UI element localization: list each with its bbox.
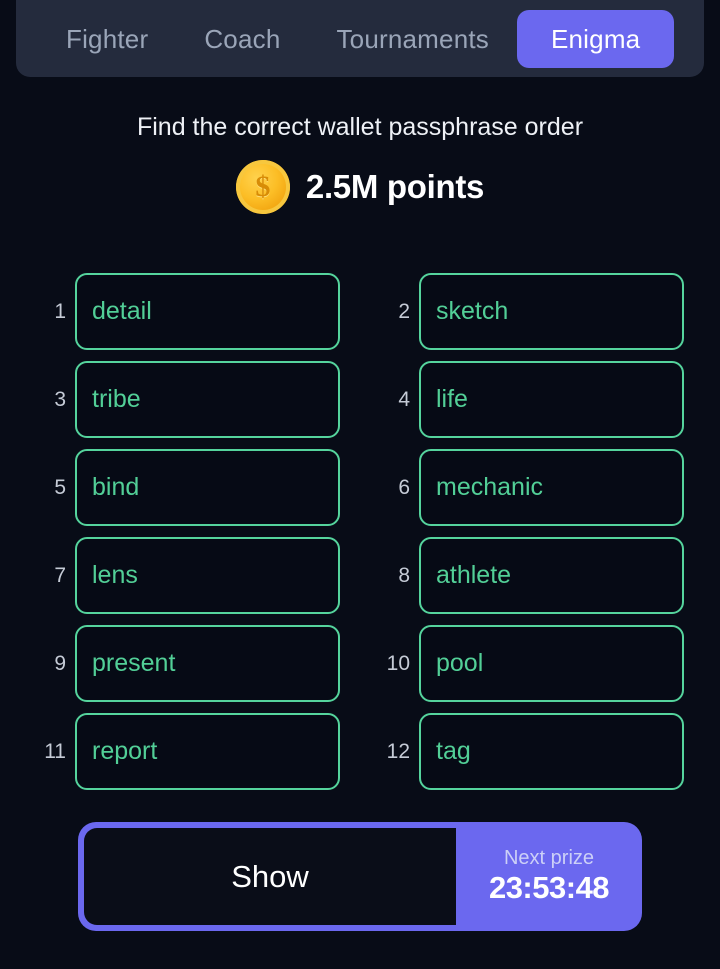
next-prize-panel: Next prize 23:53:48 <box>456 822 642 931</box>
tab-enigma[interactable]: Enigma <box>516 9 675 68</box>
word-cell: 3 tribe <box>36 361 340 438</box>
word-text: lens <box>92 561 138 589</box>
word-slot-6[interactable]: mechanic <box>419 449 684 526</box>
word-text: sketch <box>436 297 509 325</box>
next-prize-countdown: 23:53:48 <box>488 869 610 905</box>
word-cell: 2 sketch <box>380 273 684 350</box>
word-cell: 4 life <box>380 361 684 438</box>
word-index: 11 <box>44 739 66 763</box>
word-slot-9[interactable]: present <box>75 625 340 702</box>
word-index: 7 <box>54 563 66 587</box>
word-text: present <box>92 649 176 677</box>
word-cell: 10 pool <box>380 625 684 702</box>
word-slot-7[interactable]: lens <box>75 537 340 614</box>
word-index: 9 <box>54 651 66 675</box>
word-slot-3[interactable]: tribe <box>75 361 340 438</box>
coin-dollar-symbol: $ <box>255 170 271 203</box>
word-text: tag <box>436 737 471 765</box>
next-prize-label: Next prize <box>503 846 595 869</box>
word-slot-8[interactable]: athlete <box>419 537 684 614</box>
word-cell: 9 present <box>36 625 340 702</box>
word-index: 12 <box>386 739 410 763</box>
word-index: 3 <box>54 387 66 411</box>
word-cell: 5 bind <box>36 449 340 526</box>
word-cell: 1 detail <box>36 273 340 350</box>
word-cell: 8 athlete <box>380 537 684 614</box>
word-text: detail <box>92 297 152 325</box>
show-button-label: Show <box>231 858 309 894</box>
word-slot-2[interactable]: sketch <box>419 273 684 350</box>
word-slot-12[interactable]: tag <box>419 713 684 790</box>
coin-dollar-icon: $ <box>235 160 290 214</box>
points-value: 2.5M points <box>305 168 485 205</box>
word-slot-1[interactable]: detail <box>75 273 340 350</box>
points-row: $ 2.5M points <box>0 160 720 214</box>
word-slot-5[interactable]: bind <box>75 449 340 526</box>
tab-coach[interactable]: Coach <box>176 26 308 52</box>
word-text: tribe <box>92 385 141 413</box>
word-slot-11[interactable]: report <box>75 713 340 790</box>
tab-fighter[interactable]: Fighter <box>38 26 176 52</box>
word-text: bind <box>92 473 140 501</box>
word-text: life <box>436 385 468 413</box>
top-tab-bar: Fighter Coach Tournaments Enigma <box>16 0 704 77</box>
page-title: Find the correct wallet passphrase order <box>136 113 584 141</box>
word-index: 2 <box>398 299 410 323</box>
word-index: 1 <box>54 299 66 323</box>
word-slot-10[interactable]: pool <box>419 625 684 702</box>
word-index: 8 <box>398 563 410 587</box>
word-slot-4[interactable]: life <box>419 361 684 438</box>
passphrase-grid: 1 detail 2 sketch 3 tribe 4 life 5 bind … <box>0 273 720 790</box>
word-cell: 6 mechanic <box>380 449 684 526</box>
word-cell: 7 lens <box>36 537 340 614</box>
word-index: 4 <box>398 387 410 411</box>
word-index: 6 <box>398 475 410 499</box>
word-text: report <box>92 737 158 765</box>
show-button[interactable]: Show <box>84 828 456 925</box>
word-cell: 12 tag <box>380 713 684 790</box>
word-text: athlete <box>436 561 512 589</box>
bottom-action-bar: Show Next prize 23:53:48 <box>78 822 642 931</box>
word-text: pool <box>436 649 484 677</box>
word-text: mechanic <box>436 473 543 501</box>
word-index: 5 <box>54 475 66 499</box>
word-cell: 11 report <box>36 713 340 790</box>
word-index: 10 <box>386 651 410 675</box>
tab-tournaments[interactable]: Tournaments <box>308 26 517 52</box>
